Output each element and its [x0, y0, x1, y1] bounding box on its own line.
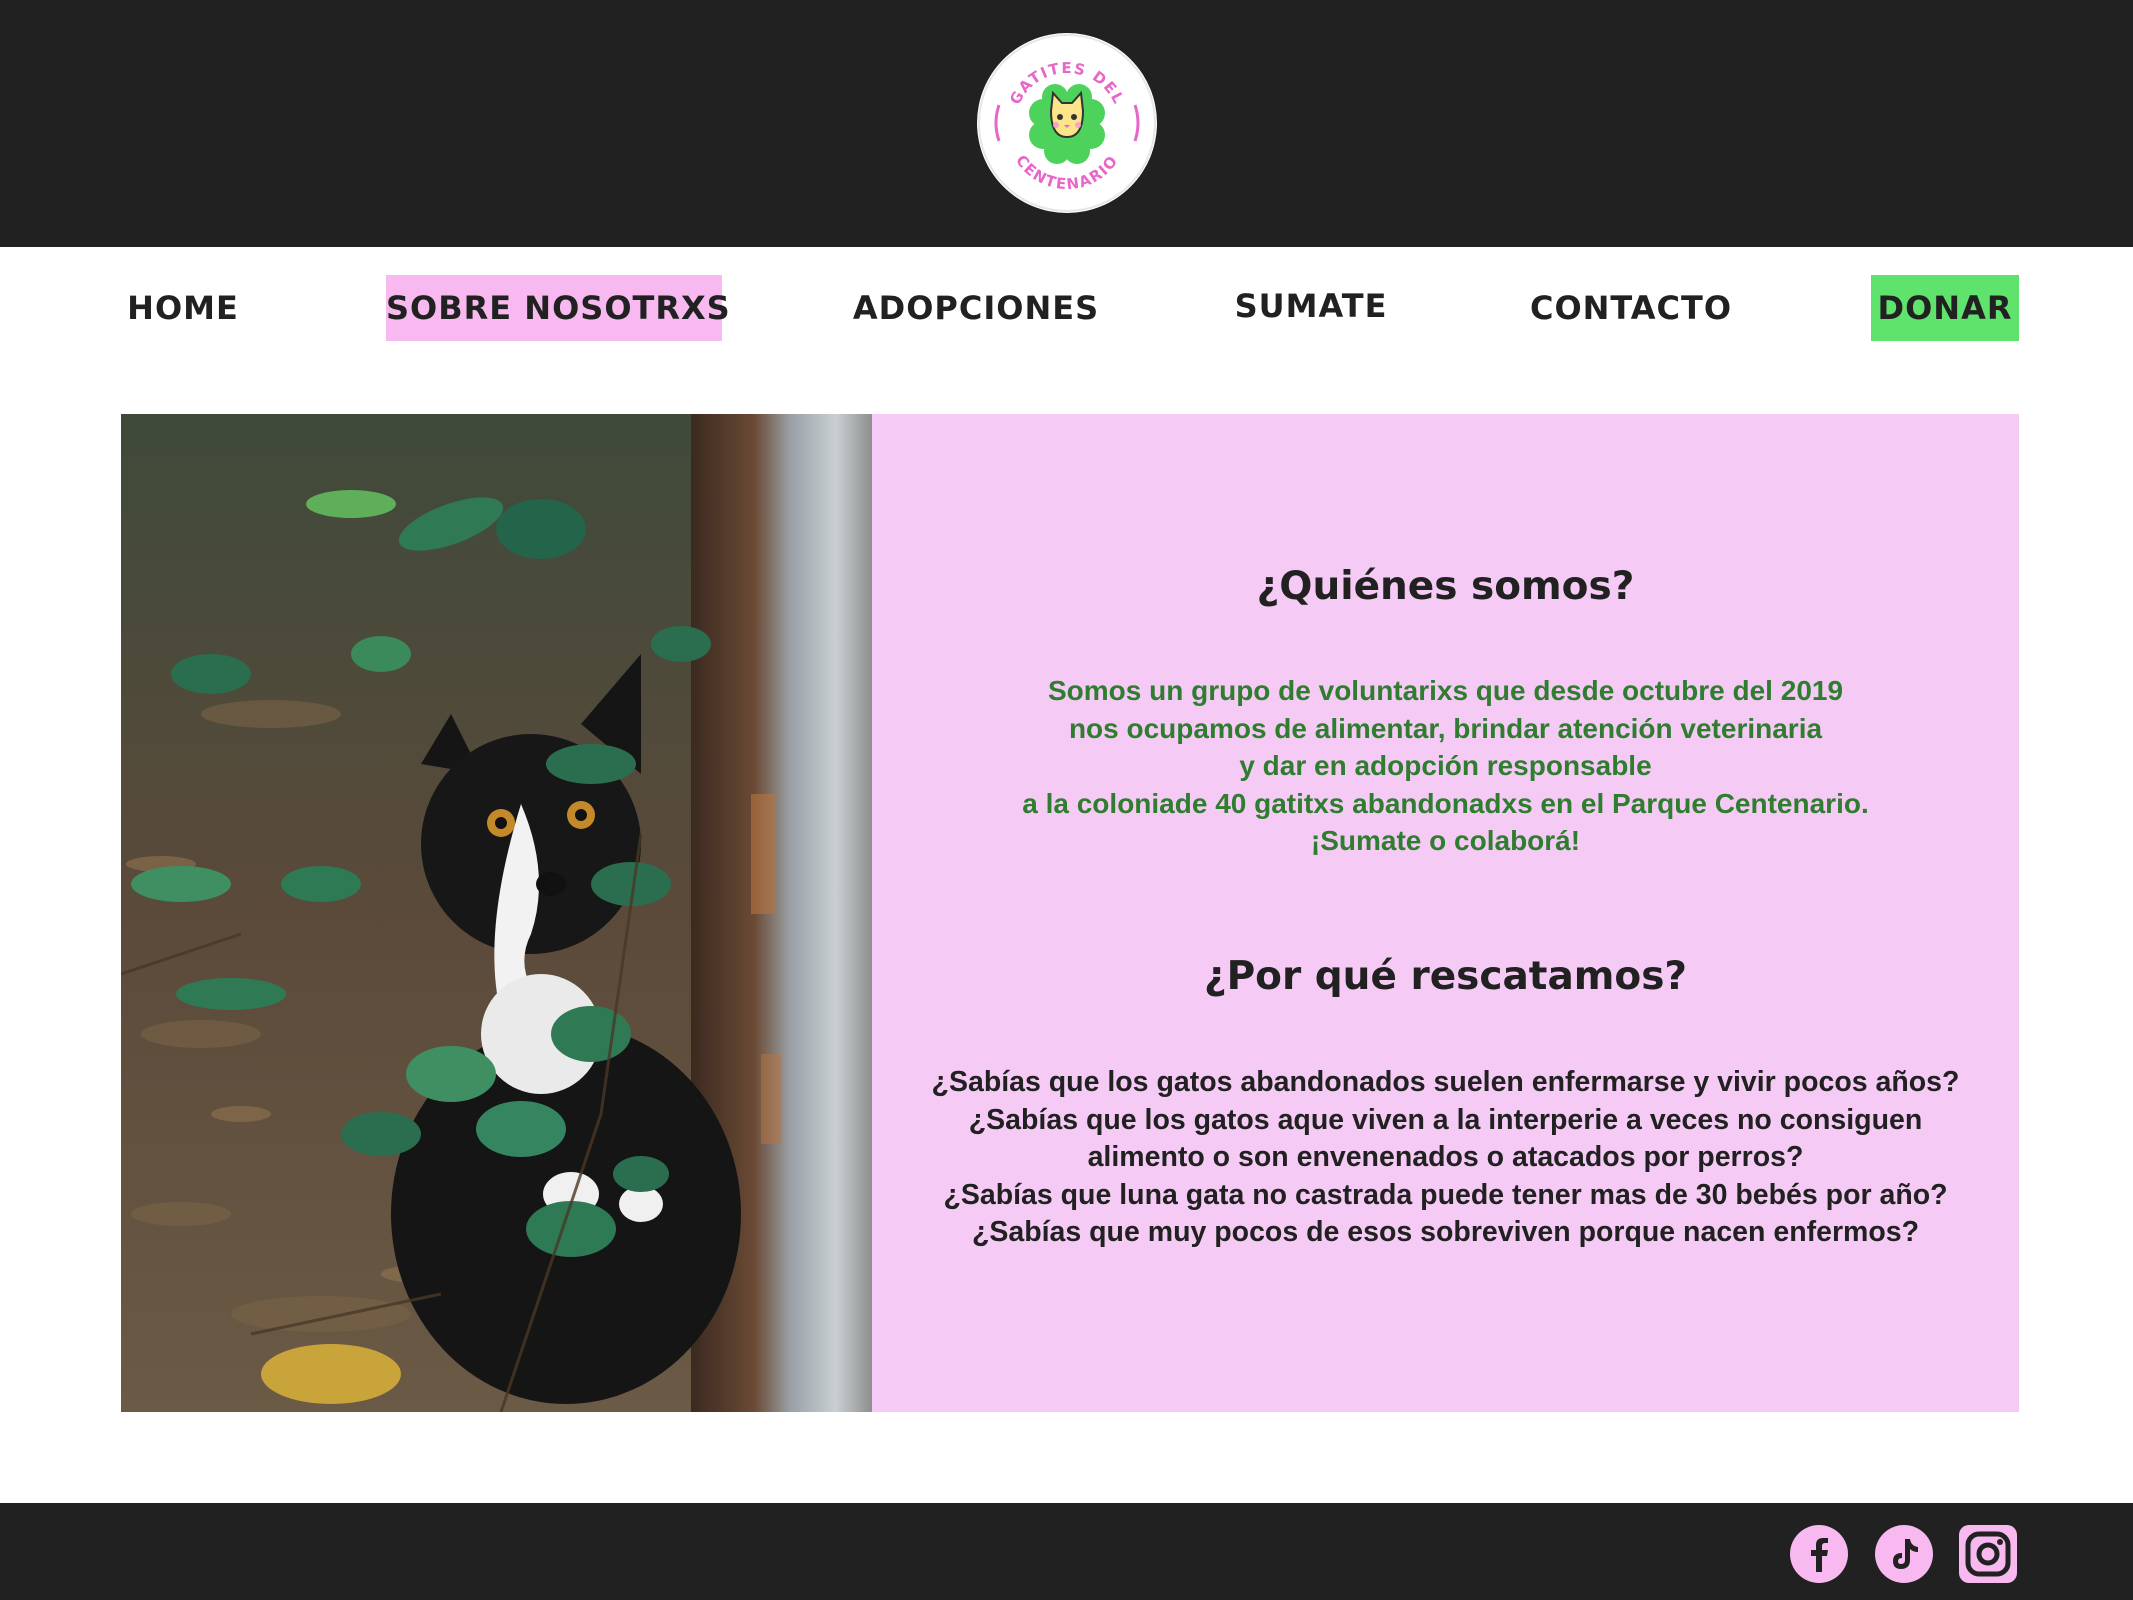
site-logo[interactable]: GATITES DEL CENTENARIO	[977, 33, 1157, 213]
logo-emblem: GATITES DEL CENTENARIO	[978, 34, 1156, 212]
who-line: y dar en adopción responsable	[1239, 750, 1652, 781]
cat-in-leaves-image	[121, 414, 872, 1412]
tiktok-icon[interactable]	[1875, 1525, 1933, 1583]
main-nav: HOME SOBRE NOSOTRXS ADOPCIONES SUMATE CO…	[0, 247, 2133, 372]
why-line: ¿Sabías que muy pocos de esos sobreviven…	[971, 1216, 1920, 1248]
who-line: nos ocupamos de alimentar, brindar atenc…	[1068, 712, 1823, 744]
nav-donar-button[interactable]: DONAR	[1871, 275, 2019, 341]
who-title: ¿Quiénes somos?	[1256, 564, 1635, 609]
why-line: ¿Sabías que los gatos aque viven a la in…	[968, 1103, 1923, 1136]
nav-home[interactable]: HOME	[122, 275, 244, 341]
nav-adopciones[interactable]: ADOPCIONES	[852, 275, 1100, 341]
who-line: Somos un grupo de voluntarixs que desde …	[1047, 675, 1844, 706]
about-panel: ¿Quiénes somos? Somos un grupo de volunt…	[872, 414, 2019, 1412]
site-header: GATITES DEL CENTENARIO	[0, 0, 2133, 247]
why-line: ¿Sabías que los gatos abandonados suelen…	[931, 1066, 1960, 1098]
nav-sumate[interactable]: SUMATE	[1232, 273, 1390, 339]
nav-contacto[interactable]: CONTACTO	[1528, 275, 1734, 341]
facebook-icon[interactable]	[1790, 1525, 1848, 1583]
instagram-icon[interactable]	[1959, 1525, 2017, 1583]
site-footer	[0, 1503, 2133, 1600]
cat-photo	[121, 414, 872, 1412]
who-line: a la coloniade 40 gatitxs abandonadxs en…	[1022, 787, 1869, 819]
who-description: Somos un grupo de voluntarixs que desde …	[872, 672, 2019, 860]
why-description: ¿Sabías que los gatos abandonados suelen…	[872, 1064, 2019, 1252]
why-title: ¿Por qué rescatamos?	[1203, 954, 1688, 999]
why-line: ¿Sabías que luna gata no castrada puede …	[943, 1178, 1948, 1211]
nav-sobre-nosotrxs[interactable]: SOBRE NOSOTRXS	[386, 275, 730, 341]
why-line: alimento o son envenenados o atacados po…	[1087, 1141, 1804, 1173]
who-line: ¡Sumate o colaborá!	[1310, 825, 1581, 856]
